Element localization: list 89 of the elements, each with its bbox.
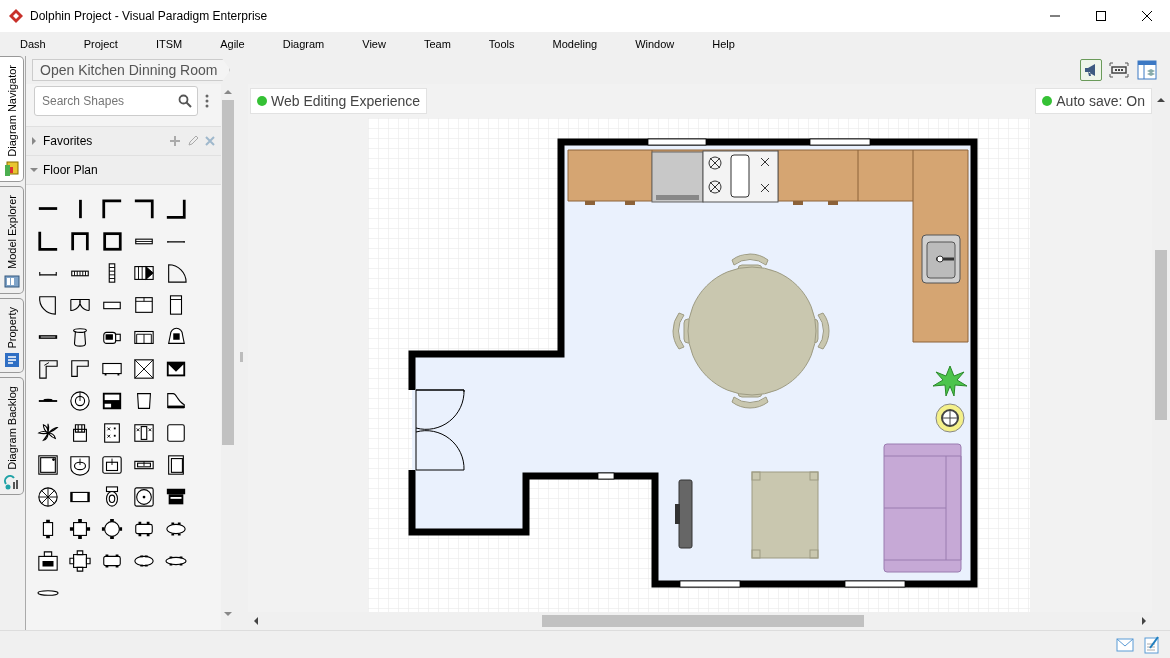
cooktop[interactable] xyxy=(702,150,779,203)
backlog-icon xyxy=(3,474,20,491)
flower-icon[interactable] xyxy=(37,422,59,444)
menu-item[interactable]: View xyxy=(348,38,400,50)
model-explorer-icon xyxy=(3,272,20,289)
side-tab[interactable]: Property xyxy=(0,297,24,374)
wall-corner-icon[interactable] xyxy=(37,230,59,252)
navigator-icon xyxy=(3,160,20,177)
cooktop-icon[interactable] xyxy=(101,422,123,444)
breadcrumb[interactable]: Open Kitchen Dinning Room xyxy=(32,59,231,81)
basin-icon[interactable] xyxy=(69,390,91,412)
close-icon[interactable] xyxy=(1142,11,1152,21)
scrollbar-thumb[interactable] xyxy=(542,615,864,627)
menu-item[interactable]: Window xyxy=(621,38,689,50)
splitter-grip-icon[interactable] xyxy=(240,352,243,362)
television[interactable] xyxy=(675,479,693,549)
scroll-right-icon[interactable] xyxy=(1140,617,1148,625)
layers-panel-icon[interactable] xyxy=(1136,59,1158,81)
floor-lamp[interactable] xyxy=(935,403,965,433)
menu-item[interactable]: Project xyxy=(69,38,132,50)
round-sink-icon[interactable] xyxy=(133,486,155,508)
wall-corner-icon[interactable] xyxy=(101,198,123,220)
wheel-icon[interactable] xyxy=(37,486,59,508)
menu-item[interactable]: Modeling xyxy=(538,38,612,50)
more-icon[interactable] xyxy=(204,93,210,109)
side-tab[interactable]: Model Explorer xyxy=(0,185,24,294)
oven[interactable] xyxy=(651,151,704,203)
expand-icon[interactable] xyxy=(30,137,38,145)
cabinet-icon[interactable] xyxy=(133,294,155,316)
wall-corner-icon[interactable] xyxy=(133,198,155,220)
autosave-badge[interactable]: Auto save: On xyxy=(1035,88,1152,114)
menu-item[interactable]: ITSM xyxy=(141,38,197,50)
group-header[interactable]: Favorites xyxy=(26,126,221,155)
round-table-icon[interactable] xyxy=(101,518,123,540)
menu-item[interactable]: Team xyxy=(409,38,465,50)
side-tab[interactable]: Diagram Backlog xyxy=(0,377,24,496)
menu-item[interactable]: Diagram xyxy=(268,38,339,50)
menu-item[interactable]: Tools xyxy=(474,38,529,50)
scrollbar-thumb[interactable] xyxy=(222,100,234,445)
badge-label: Web Editing Experience xyxy=(271,93,421,109)
scroll-left-icon[interactable] xyxy=(252,617,260,625)
oven-icon[interactable] xyxy=(165,422,187,444)
collapse-icon[interactable] xyxy=(30,166,38,174)
search-field[interactable]: Search Shapes xyxy=(34,86,198,116)
stove-icon[interactable] xyxy=(101,390,123,412)
scroll-down-icon[interactable] xyxy=(224,610,232,618)
crossed-box-icon[interactable] xyxy=(133,358,155,380)
megaphone-icon[interactable] xyxy=(1080,59,1102,81)
double-door[interactable] xyxy=(415,389,465,471)
app-logo xyxy=(8,8,24,24)
scroll-up-icon[interactable] xyxy=(1157,96,1165,104)
badge-label: Auto save: On xyxy=(1056,93,1145,109)
menu-item[interactable]: Agile xyxy=(206,38,259,50)
shower-icon[interactable] xyxy=(37,454,59,476)
property-icon xyxy=(3,352,20,369)
bathtub-icon[interactable] xyxy=(165,454,187,476)
wall-corner-icon[interactable] xyxy=(165,198,187,220)
menu-item[interactable]: Dash xyxy=(6,38,60,50)
note-icon[interactable] xyxy=(1144,636,1160,654)
fit-icon[interactable] xyxy=(1108,59,1130,81)
window[interactable] xyxy=(597,472,615,480)
basin-icon[interactable] xyxy=(69,454,91,476)
menu-item[interactable]: Help xyxy=(698,38,749,50)
cooktop-icon[interactable] xyxy=(133,422,155,444)
window[interactable] xyxy=(647,138,707,146)
group-label: Favorites xyxy=(43,134,94,148)
room-icon[interactable] xyxy=(101,230,123,252)
mode-badge[interactable]: Web Editing Experience xyxy=(250,88,428,114)
sink-icon[interactable] xyxy=(101,454,123,476)
group-header[interactable]: Floor Plan xyxy=(26,155,221,184)
door-icon[interactable] xyxy=(165,262,187,284)
table-icon[interactable] xyxy=(69,550,91,572)
scrollbar-thumb[interactable] xyxy=(1155,250,1167,420)
search-icon[interactable] xyxy=(178,94,192,108)
group-label: Floor Plan xyxy=(43,163,99,177)
window[interactable] xyxy=(809,138,871,146)
wall-u-icon[interactable] xyxy=(69,230,91,252)
side-tab[interactable]: Diagram Navigator xyxy=(0,56,24,182)
window-title: Dolphin Project - Visual Paradigm Enterprise xyxy=(30,9,269,23)
desk-icon[interactable] xyxy=(37,550,59,572)
table-icon[interactable] xyxy=(69,518,91,540)
plant[interactable] xyxy=(932,365,968,397)
door-icon[interactable] xyxy=(37,294,59,316)
counter-icon[interactable] xyxy=(69,358,91,380)
counter-icon[interactable] xyxy=(37,358,59,380)
window[interactable] xyxy=(844,580,906,588)
kitchen-sink[interactable] xyxy=(921,234,961,284)
window[interactable] xyxy=(679,580,741,588)
maximize-icon[interactable] xyxy=(1096,11,1106,21)
